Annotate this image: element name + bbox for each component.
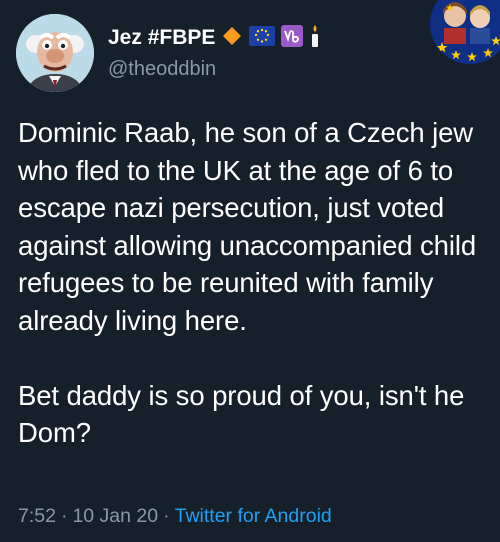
tweet-time[interactable]: 7:52 xyxy=(18,505,56,527)
candle-icon xyxy=(309,24,321,53)
corner-avatar[interactable] xyxy=(430,0,500,64)
meta-separator: · xyxy=(60,505,68,527)
meta-separator: · xyxy=(163,505,170,527)
user-handle[interactable]: @theoddbin xyxy=(108,58,420,81)
orange-diamond-icon xyxy=(221,25,243,52)
eu-stars-avatar-icon xyxy=(430,0,500,64)
muppet-statler-avatar-icon xyxy=(16,14,94,92)
tweet-text: Dominic Raab, he son of a Czech jew who … xyxy=(18,114,488,452)
tweet-paragraph: Bet daddy is so proud of you, isn't he D… xyxy=(18,379,465,449)
eu-flag-icon xyxy=(249,25,276,51)
capricorn-icon xyxy=(281,24,304,52)
display-name[interactable]: Jez #FBPE xyxy=(108,26,215,50)
tweet-client-link[interactable]: Twitter for Android xyxy=(175,505,332,527)
tweet-header: Jez #FBPE @theoddbin xyxy=(108,24,420,81)
name-row: Jez #FBPE xyxy=(108,24,420,52)
avatar[interactable] xyxy=(16,14,94,92)
tweet-paragraph: Dominic Raab, he son of a Czech jew who … xyxy=(18,117,477,336)
tweet-date[interactable]: 10 Jan 20 xyxy=(72,505,158,527)
tweet-meta: 7:52 · 10 Jan 20 · Twitter for Android xyxy=(18,505,332,528)
